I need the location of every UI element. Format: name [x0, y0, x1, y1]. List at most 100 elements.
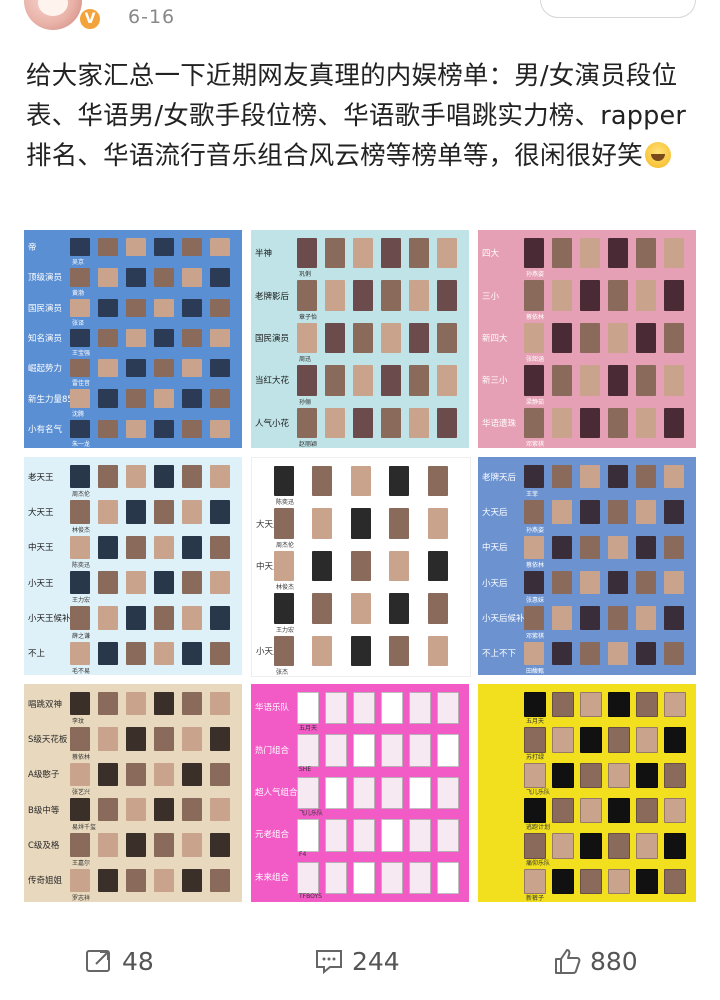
- portrait-thumbnail: [664, 238, 684, 269]
- like-button[interactable]: 880: [552, 946, 638, 976]
- portrait-thumbnail: [580, 606, 600, 630]
- portrait-thumbnail: [427, 550, 448, 582]
- name-caption: 张杰: [276, 669, 289, 676]
- portrait-thumbnail: [664, 606, 684, 630]
- portrait-thumbnail: [126, 727, 146, 751]
- portrait-thumbnail: [182, 328, 202, 348]
- portrait-thumbnail: [353, 322, 373, 354]
- portrait-thumbnail: [182, 535, 202, 559]
- portrait-thumbnail: [126, 606, 146, 630]
- portrait-thumbnail: [297, 819, 319, 852]
- portrait-thumbnail: [389, 550, 410, 582]
- repost-button[interactable]: 48: [84, 946, 154, 976]
- tier-label: 大天王: [28, 508, 54, 518]
- portrait-thumbnail: [636, 238, 656, 269]
- name-caption: 飞儿乐队: [299, 810, 324, 818]
- portrait-thumbnail: [98, 359, 118, 378]
- portrait-thumbnail: [389, 508, 410, 539]
- portrait-thumbnail: [210, 727, 230, 751]
- portrait-thumbnail: [636, 535, 656, 559]
- post-image[interactable]: 老天王 周杰伦 大天王 林俊杰 中天王 陈奕迅 小天王 王力宏 小天王候补 薛之谦 不上 毛不易: [24, 457, 242, 675]
- author-avatar[interactable]: [24, 0, 82, 30]
- portrait-thumbnail: [608, 641, 628, 665]
- portrait-thumbnail: [182, 389, 202, 408]
- portrait-thumbnail: [297, 407, 317, 438]
- portrait-thumbnail: [552, 833, 574, 859]
- portrait-thumbnail: [297, 238, 317, 269]
- portrait-thumbnail: [524, 407, 544, 438]
- post-body: 给大家汇总一下近期网友真理的内娱榜单：男/女演员段位表、华语男/女歌手段位榜、华…: [26, 61, 687, 171]
- portrait-thumbnail: [381, 280, 401, 311]
- portrait-thumbnail: [182, 419, 202, 438]
- portrait-thumbnail: [126, 571, 146, 595]
- post-image[interactable]: 华语乐队 五月天 热门组合 SHE 超人气组合 飞儿乐队 元老组合 F4 未来组合 TFBOYS: [251, 684, 469, 902]
- portrait-thumbnail: [70, 359, 90, 378]
- portrait-thumbnail: [70, 389, 90, 408]
- post-image[interactable]: 帝吴京 顶级演员 黄渤 国民演员 张译 知名演员 王宝强 崛起势力 雷佳音 新生力量85生 沈腾 小有…: [24, 230, 242, 448]
- portrait-thumbnail: [437, 280, 457, 311]
- portrait-thumbnail: [350, 635, 371, 666]
- post-image[interactable]: 陈奕迅 大天王 周杰伦 中天王 林俊杰 王力宏 小天王 张杰: [251, 457, 471, 677]
- portrait-thumbnail: [437, 861, 459, 894]
- post-image[interactable]: 唱跳双神 李玟 S级天花板 蔡依林 A级憨子 张艺兴 B级中等 易烊千玺 C级及格 王嘉尔 传奇姐姐…: [24, 684, 242, 902]
- name-caption: 邓紫棋: [526, 632, 545, 640]
- portrait-thumbnail: [381, 734, 403, 767]
- portrait-thumbnail: [636, 868, 658, 894]
- portrait-thumbnail: [98, 798, 118, 822]
- portrait-thumbnail: [381, 692, 403, 725]
- name-caption: 易烊千玺: [72, 824, 97, 832]
- portrait-thumbnail: [182, 692, 202, 716]
- name-caption: 王菲: [526, 491, 539, 499]
- portrait-thumbnail: [297, 280, 317, 311]
- portrait-thumbnail: [437, 365, 457, 396]
- portrait-thumbnail: [98, 298, 118, 317]
- portrait-thumbnail: [552, 762, 574, 788]
- portrait-thumbnail: [608, 798, 630, 824]
- portrait-thumbnail: [210, 268, 230, 287]
- portrait-thumbnail: [70, 419, 90, 438]
- follow-button[interactable]: [540, 0, 696, 18]
- portrait-thumbnail: [664, 692, 686, 718]
- tier-label: 大天后: [482, 508, 508, 518]
- portrait-thumbnail: [98, 606, 118, 630]
- portrait-thumbnail: [580, 280, 600, 311]
- post-image[interactable]: 四大 孙燕姿 三小 蔡依林 新四大 张韶涵 新三小 梁静茹 华语遗珠 邓紫棋: [478, 230, 696, 448]
- portrait-thumbnail: [312, 508, 333, 539]
- portrait-thumbnail: [98, 692, 118, 716]
- portrait-thumbnail: [325, 734, 347, 767]
- portrait-thumbnail: [664, 868, 686, 894]
- post-image[interactable]: 五月天 苏打绿 飞儿乐队 逃跑计划 痛仰乐队 新裤子: [478, 684, 696, 902]
- portrait-thumbnail: [70, 606, 90, 630]
- portrait-thumbnail: [381, 365, 401, 396]
- portrait-thumbnail: [636, 571, 656, 595]
- portrait-thumbnail: [312, 550, 333, 582]
- portrait-thumbnail: [353, 734, 375, 767]
- portrait-thumbnail: [182, 727, 202, 751]
- portrait-thumbnail: [182, 798, 202, 822]
- portrait-thumbnail: [210, 359, 230, 378]
- name-caption: 逃跑计划: [526, 824, 551, 832]
- tier-label: 当红大花: [255, 376, 290, 387]
- portrait-thumbnail: [126, 798, 146, 822]
- comment-button[interactable]: 244: [314, 946, 400, 976]
- portrait-thumbnail: [70, 692, 90, 716]
- portrait-thumbnail: [381, 238, 401, 269]
- portrait-thumbnail: [552, 365, 572, 396]
- portrait-thumbnail: [608, 727, 630, 753]
- name-caption: 周迅: [299, 356, 312, 364]
- portrait-thumbnail: [437, 322, 457, 354]
- verified-badge-icon: V: [78, 7, 102, 31]
- name-caption: 蔡依林: [72, 753, 91, 761]
- portrait-thumbnail: [350, 508, 371, 539]
- name-caption: 五月天: [526, 718, 545, 726]
- post-image[interactable]: 半神 巩俐 老牌影后 章子怡 国民演员 周迅 当红大花 孙俪 人气小花 赵丽颖: [251, 230, 469, 448]
- portrait-thumbnail: [427, 466, 448, 497]
- portrait-thumbnail: [70, 535, 90, 559]
- portrait-thumbnail: [297, 861, 319, 894]
- portrait-thumbnail: [154, 298, 174, 317]
- tier-label: 国民演员: [28, 303, 63, 314]
- repost-count: 48: [122, 946, 154, 976]
- portrait-thumbnail: [608, 606, 628, 630]
- post-image[interactable]: 老牌天后 王菲 大天后 孙燕姿 中天后 蔡依林 小天后 张惠妹 小天后候补 邓紫棋 不上不下 田馥甄: [478, 457, 696, 675]
- portrait-thumbnail: [437, 238, 457, 269]
